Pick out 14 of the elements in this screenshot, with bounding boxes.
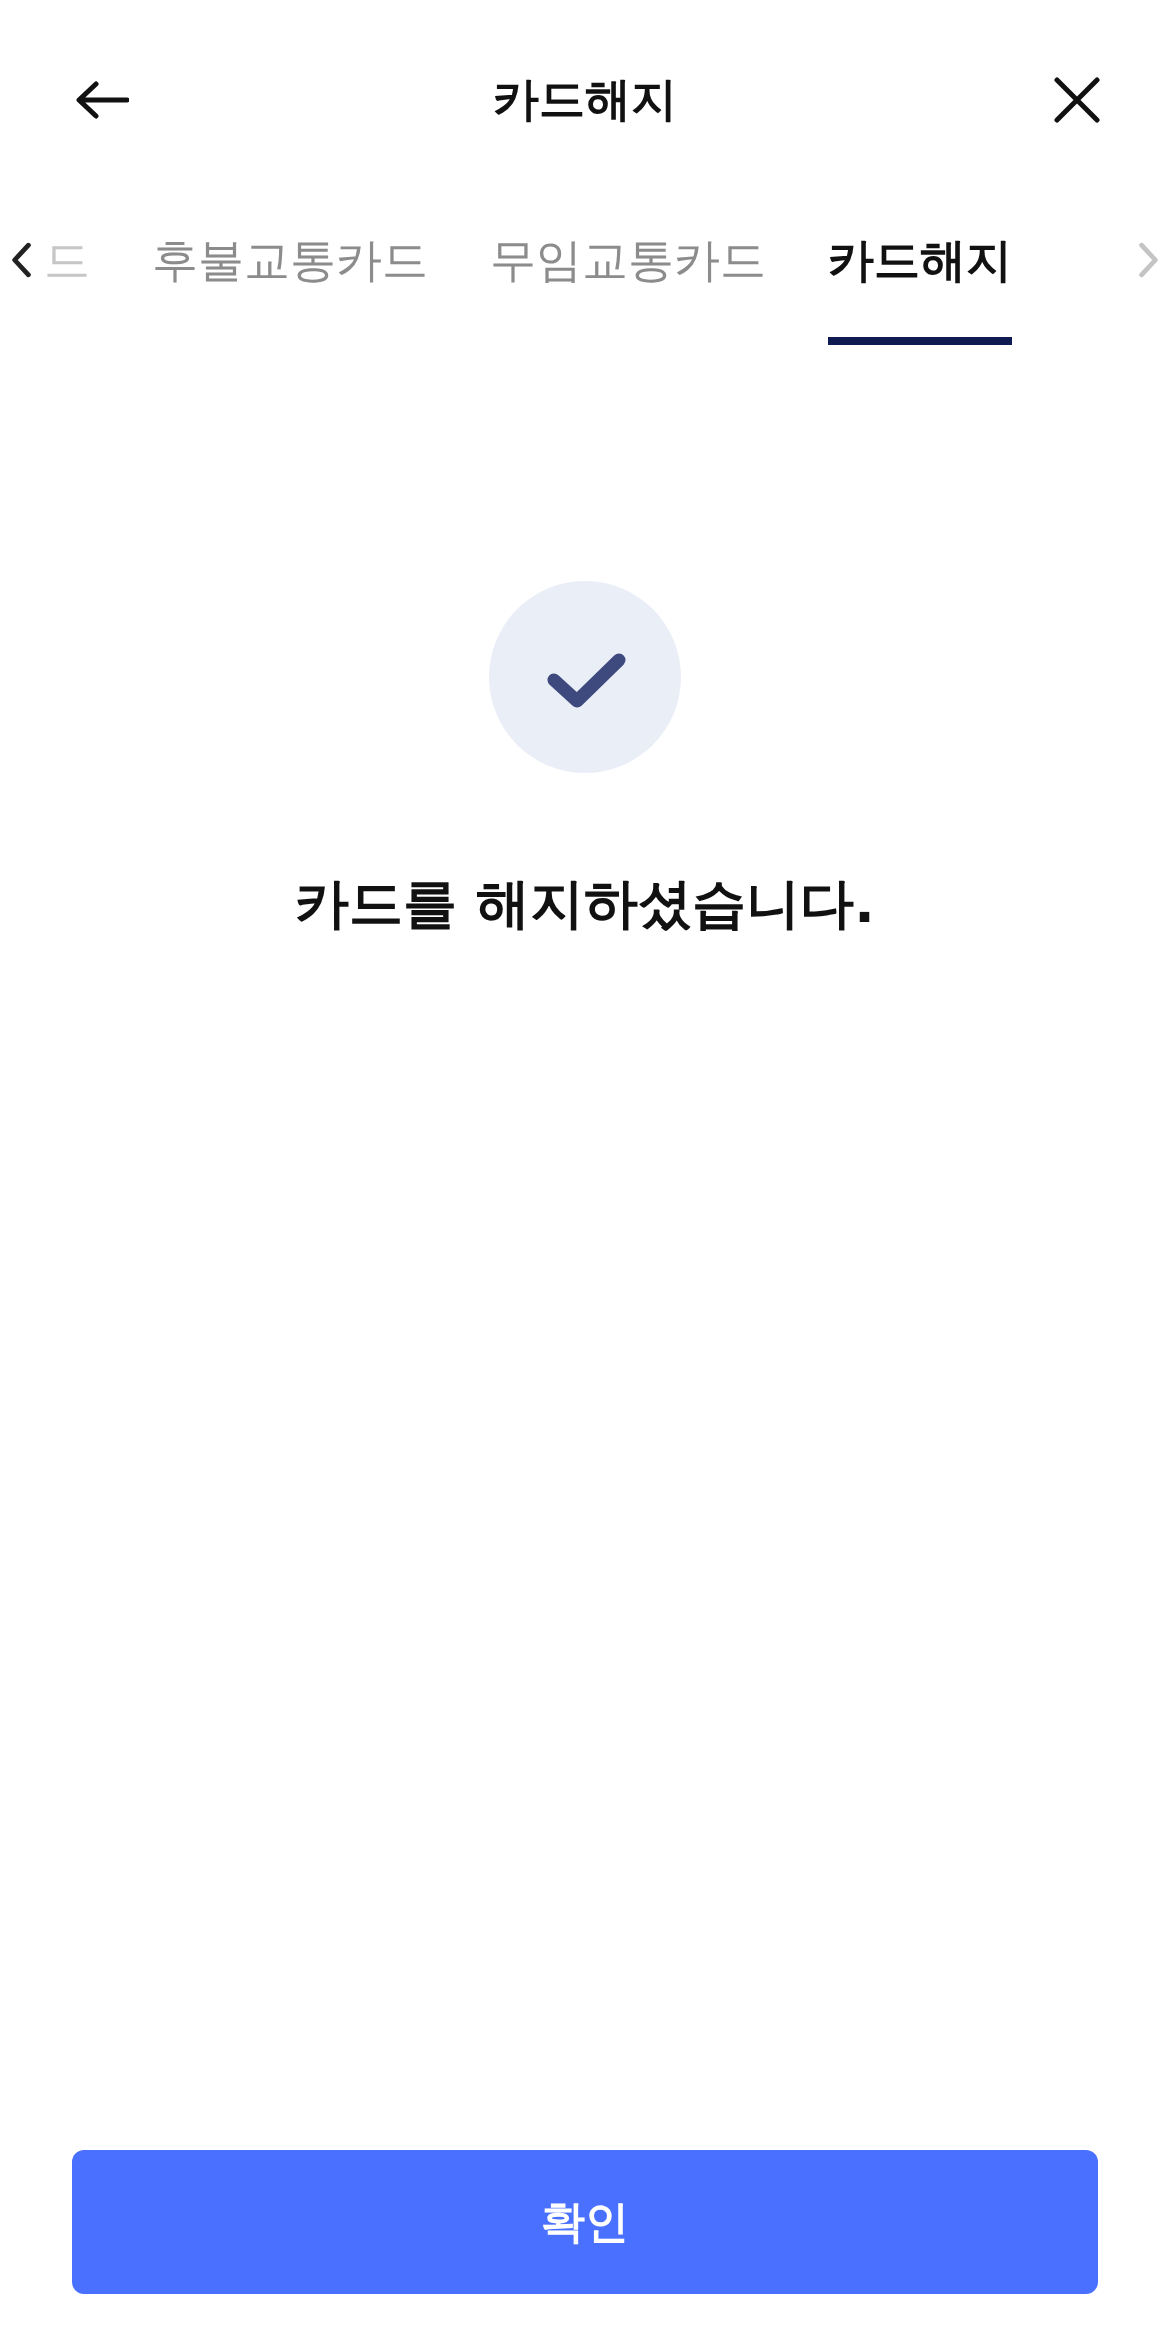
check-circle-icon: [489, 581, 681, 773]
tab[interactable]: 후불교통카드: [152, 200, 428, 345]
back-button[interactable]: [75, 80, 129, 120]
tab[interactable]: 무임교통카드: [490, 200, 766, 345]
tab[interactable]: 카드해지: [828, 200, 1012, 345]
arrow-icon: [75, 80, 129, 120]
confirm-button[interactable]: 확인: [72, 2150, 1098, 2294]
chevron-right-icon: [1138, 242, 1160, 278]
close-icon: [1054, 77, 1100, 123]
page-title: 카드해지: [493, 72, 677, 128]
tab[interactable]: 드: [44, 200, 90, 345]
result-message: 카드를 해지하셨습니다.: [295, 871, 875, 937]
chevron-left-icon: [10, 242, 32, 278]
close-button[interactable]: [1054, 77, 1100, 123]
